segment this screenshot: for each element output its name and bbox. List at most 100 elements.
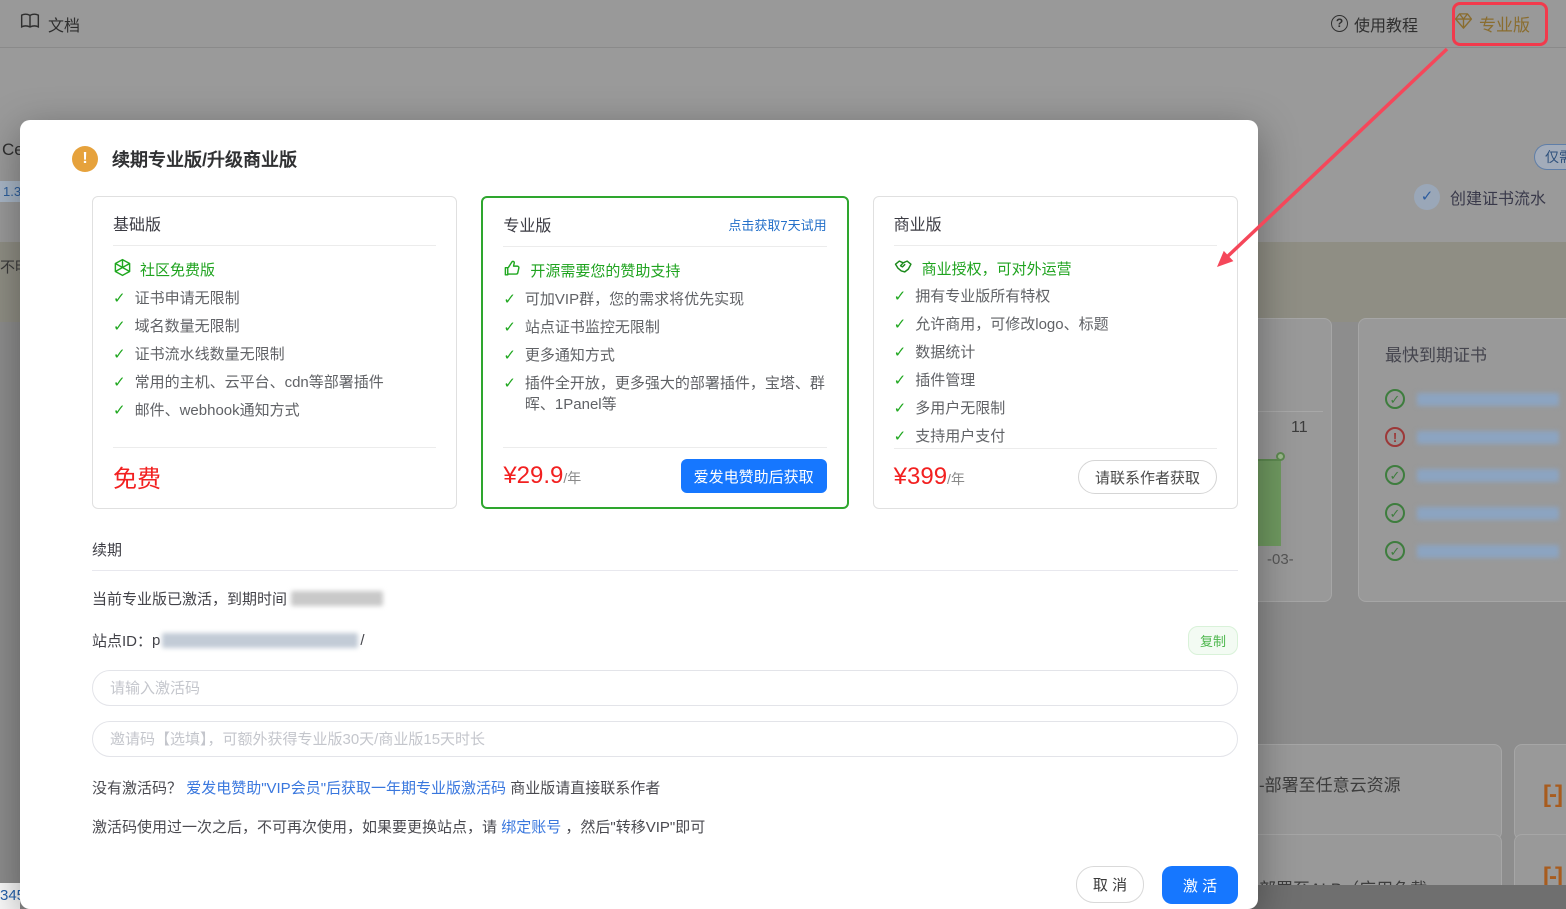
cert-row: ! <box>1385 418 1566 456</box>
gem-icon <box>1454 12 1473 35</box>
circle-check-icon: ✓ <box>1385 389 1405 409</box>
copy-button[interactable]: 复制 <box>1187 626 1238 655</box>
question-circle-icon: ? <box>1330 15 1348 32</box>
renew-section-title: 续期 <box>92 539 1238 571</box>
plan-highlight: 开源需要您的赞助支持 <box>530 263 681 280</box>
trial-link[interactable]: 点击获取7天试用 <box>728 215 826 234</box>
plan-card-basic: 基础版 社区免费版 ✓ 证书申请无限制 ✓ 域名数量无限制 ✓ 证书流水线数量无限制 … <box>92 196 458 509</box>
plan-card-pro: 专业版 点击获取7天试用 开源需要您的赞助支持 ✓ 可加VIP群，您的需求将优先实… <box>481 196 849 509</box>
check-icon: ✓ <box>503 291 516 308</box>
sponsor-get-button[interactable]: 爱发电赞助后获取 <box>680 459 827 493</box>
redacted-expiry-date <box>291 591 384 606</box>
help-line-1: 没有激活码？ 爱发电赞助"VIP会员"后获取一年期专业版激活码 商业版请直接联系… <box>92 780 661 797</box>
check-icon: ✓ <box>893 316 907 333</box>
cert-row: ✓ <box>1385 380 1566 418</box>
circle-check-icon: ✓ <box>1385 503 1405 523</box>
handshake-icon <box>894 258 914 279</box>
activate-button[interactable]: 激 活 <box>1162 866 1238 904</box>
redacted-site-id <box>162 633 359 648</box>
plan-feature: ✓ 数据统计 <box>893 344 976 361</box>
cert-row: ✓ <box>1385 494 1566 532</box>
circle-check-icon: ✓ <box>1385 541 1405 561</box>
redacted-domain <box>1417 506 1559 520</box>
dialog-title: 续期专业版/升级商业版 <box>112 150 297 170</box>
pro-version-button[interactable]: 专业版 <box>1444 3 1540 44</box>
warning-icon: ! <box>72 146 98 172</box>
plan-card-business: 商业版 商业授权，可对外运营 ✓ 拥有专业版所有特权 ✓ 允许商用，可修改logo、… <box>872 196 1238 509</box>
cert-row: ✓ <box>1385 532 1566 570</box>
plan-feature: ✓ 多用户无限制 <box>893 400 1006 417</box>
plan-feature: ✓ 证书流水线数量无限制 <box>113 346 285 363</box>
plan-feature: ✓ 更多通知方式 <box>503 347 615 364</box>
bg-bottom-band <box>1228 885 1566 909</box>
check-icon: ✓ <box>113 290 126 307</box>
check-icon: ✓ <box>113 318 126 335</box>
plan-feature: ✓ 可加VIP群，您的需求将优先实现 <box>503 291 745 308</box>
bg-plugin-logo-card: [-] <box>1514 744 1566 840</box>
top-navbar: 文档 ? 使用教程 专业版 <box>0 0 1566 48</box>
redacted-domain <box>1417 392 1559 406</box>
check-icon: ✓ <box>113 402 126 419</box>
check-icon: ✓ <box>893 344 907 361</box>
redacted-domain <box>1417 430 1559 444</box>
plan-cards: 基础版 社区免费版 ✓ 证书申请无限制 ✓ 域名数量无限制 ✓ 证书流水线数量无限制 … <box>92 196 1238 509</box>
plan-name: 商业版 <box>893 217 942 234</box>
plan-feature: ✓ 邮件、webhook通知方式 <box>113 402 300 419</box>
cert-row: ✓ <box>1385 456 1566 494</box>
chart-axis-tick: -03- <box>1267 551 1294 568</box>
book-icon <box>20 12 40 35</box>
circle-check-icon: ✓ <box>1385 465 1405 485</box>
chart-value-label: 11 <box>1291 419 1308 436</box>
check-icon: ✓ <box>503 347 516 364</box>
plan-price: ¥399 <box>893 463 948 490</box>
plan-feature: ✓ 域名数量无限制 <box>113 318 240 335</box>
cancel-button[interactable]: 取 消 <box>1076 866 1144 903</box>
check-icon: ✓ <box>503 375 516 392</box>
plan-price: ¥29.9 <box>503 462 564 489</box>
plan-highlight: 商业授权，可对外运营 <box>921 261 1072 278</box>
pro-version-label: 专业版 <box>1479 16 1530 35</box>
check-icon: ✓ <box>893 288 907 305</box>
plan-highlight: 社区免费版 <box>140 262 216 279</box>
redacted-domain <box>1417 544 1559 558</box>
check-icon: ✓ <box>113 346 126 363</box>
bg-qq-number-fragment: 345 <box>0 883 20 909</box>
bg-pipeline-step: ✓ 创建证书流水 <box>1414 184 1546 210</box>
sponsor-link[interactable]: 爱发电赞助"VIP会员"后获取一年期专业版激活码 <box>186 780 506 797</box>
site-id-row: 站点ID： p / 复制 <box>92 626 1238 655</box>
tutorial-link[interactable]: ? 使用教程 <box>1330 12 1418 36</box>
renew-section: 续期 当前专业版已激活，到期时间 站点ID： p / 复制 没有激活码？ 爱发电… <box>92 539 1238 904</box>
bg-need-only-button: 仅需 <box>1534 144 1566 170</box>
check-circle-icon: ✓ <box>1414 184 1440 210</box>
bind-account-link[interactable]: 绑定账号 <box>501 819 561 836</box>
price-unit: /年 <box>563 470 582 486</box>
bg-deploy-card: -部署至任意云资源 <box>1228 744 1502 840</box>
check-icon: ✓ <box>893 428 907 445</box>
cloud-vendor-logo: [-] <box>1543 781 1563 808</box>
check-icon: ✓ <box>113 374 126 391</box>
redacted-domain <box>1417 468 1559 482</box>
check-icon: ✓ <box>893 400 907 417</box>
chart-data-point <box>1276 452 1285 461</box>
plan-name: 专业版 <box>503 218 552 235</box>
cube-icon <box>113 258 132 281</box>
invite-code-input[interactable] <box>92 721 1238 757</box>
plan-feature: ✓ 支持用户支付 <box>893 428 1006 445</box>
help-line-2: 激活码使用过一次之后，不可再次使用，如果要更换站点，请 绑定账号 ，然后"转移V… <box>92 819 706 836</box>
plan-price: 免费 <box>113 466 161 493</box>
plan-feature: ✓ 插件全开放，更多强大的部署插件，宝塔、群晖、1Panel等 <box>503 375 825 413</box>
plan-feature: ✓ 拥有专业版所有特权 <box>893 288 1051 305</box>
thumbs-up-icon <box>503 259 522 282</box>
contact-author-button[interactable]: 请联系作者获取 <box>1077 460 1217 494</box>
plan-feature: ✓ 常用的主机、云平台、cdn等部署插件 <box>113 374 384 391</box>
plan-feature: ✓ 插件管理 <box>893 372 976 389</box>
price-unit: /年 <box>947 471 965 487</box>
docs-link[interactable]: 文档 <box>20 12 80 36</box>
activation-code-input[interactable] <box>92 670 1238 706</box>
plan-feature: ✓ 站点证书监控无限制 <box>503 319 660 336</box>
tutorial-label: 使用教程 <box>1353 17 1418 35</box>
plan-feature: ✓ 证书申请无限制 <box>113 290 240 307</box>
docs-label: 文档 <box>48 17 81 35</box>
check-icon: ✓ <box>503 319 516 336</box>
bg-expiring-certs-card: 最快到期证书 ✓ ! ✓ ✓ ✓ <box>1358 318 1566 602</box>
